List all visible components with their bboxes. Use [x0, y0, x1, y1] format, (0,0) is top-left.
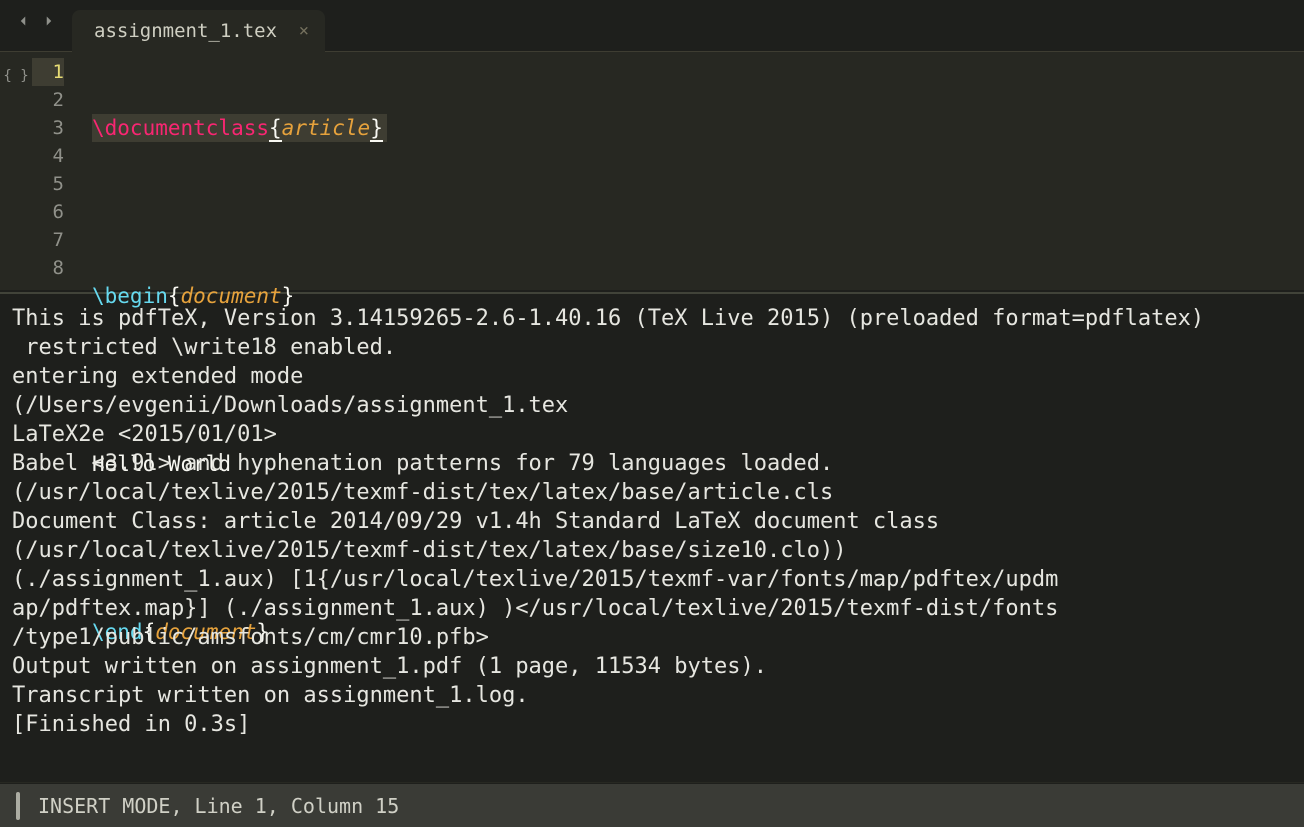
- status-bar: INSERT MODE, Line 1, Column 15: [0, 783, 1304, 827]
- line-number-gutter: 1 2 3 4 5 6 7 8: [32, 52, 72, 290]
- line-number: 2: [32, 86, 64, 114]
- nav-back-icon[interactable]: [14, 9, 32, 37]
- line-number: 7: [32, 226, 64, 254]
- close-icon[interactable]: ×: [299, 17, 309, 45]
- status-text: INSERT MODE, Line 1, Column 15: [38, 792, 399, 820]
- brace-icon[interactable]: { }: [3, 62, 28, 90]
- nav-forward-icon[interactable]: [40, 9, 58, 37]
- editor-area[interactable]: { } 1 2 3 4 5 6 7 8 \documentclass{artic…: [0, 52, 1304, 292]
- panel-switcher-icon[interactable]: [16, 792, 20, 820]
- code-content[interactable]: \documentclass{article} \begin{document}…: [72, 52, 1304, 290]
- line-number: 8: [32, 254, 64, 282]
- fold-gutter: { }: [0, 52, 32, 290]
- file-tab[interactable]: assignment_1.tex ×: [72, 10, 325, 52]
- line-number: 5: [32, 170, 64, 198]
- line-number: 4: [32, 142, 64, 170]
- line-number: 3: [32, 114, 64, 142]
- tab-bar: assignment_1.tex ×: [0, 0, 1304, 52]
- latex-command: \documentclass: [92, 116, 269, 140]
- line-number: 1: [32, 58, 64, 86]
- tab-filename: assignment_1.tex: [94, 17, 277, 45]
- line-number: 6: [32, 198, 64, 226]
- latex-argument: article: [282, 116, 371, 140]
